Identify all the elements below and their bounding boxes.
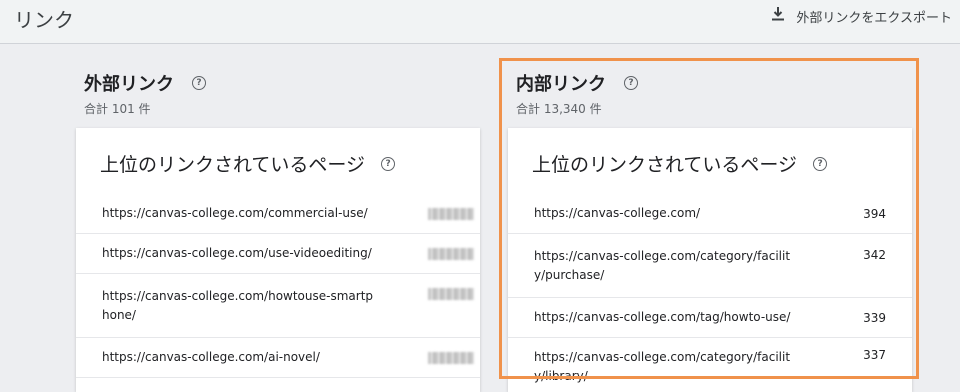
export-external-links-button[interactable]: 外部リンクをエクスポート — [770, 6, 952, 26]
table-row[interactable]: https://canvas-college.com/category/faci… — [508, 338, 912, 392]
help-icon[interactable]: ? — [624, 76, 638, 90]
table-row[interactable]: https://canvas-college.com/category/faci… — [508, 234, 912, 298]
table-row[interactable]: https://canvas-college.com/tag/howto-use… — [508, 298, 912, 338]
download-icon — [770, 6, 786, 26]
link-count: 337 — [863, 348, 886, 362]
link-count: 342 — [863, 248, 886, 262]
internal-links-total: 合計 13,340 件 — [516, 102, 602, 116]
table-row[interactable]: https://canvas-college.com/ai-novel/ — [76, 338, 480, 378]
table-row[interactable]: https://canvas-college.com/use-videoedit… — [76, 234, 480, 274]
blurred-count — [428, 247, 474, 260]
external-links-title: 外部リンク — [84, 74, 174, 95]
card-title: 上位のリンクされているページ — [532, 154, 798, 176]
table-row[interactable]: https://canvas-college.com/commercial-us… — [76, 194, 480, 234]
link-url: https://canvas-college.com/howtouse-smar… — [102, 288, 374, 322]
card-title: 上位のリンクされているページ — [100, 154, 366, 176]
table-row[interactable]: https://canvas-college.com/ 394 — [508, 194, 912, 234]
internal-links-title: 内部リンク — [516, 74, 606, 95]
link-url: https://canvas-college.com/commercial-us… — [102, 206, 368, 220]
internal-links-header: 内部リンク ? 合計 13,340 件 — [516, 70, 638, 117]
link-url: https://canvas-college.com/ — [534, 206, 701, 220]
internal-top-linked-pages-card: 上位のリンクされているページ ? https://canvas-college.… — [508, 128, 912, 392]
help-icon[interactable]: ? — [381, 156, 396, 171]
external-top-linked-pages-card: 上位のリンクされているページ ? https://canvas-college.… — [76, 128, 480, 392]
link-url: https://canvas-college.com/category/faci… — [534, 248, 791, 282]
link-count: 339 — [863, 310, 886, 325]
help-icon[interactable]: ? — [192, 76, 206, 90]
link-count: 394 — [863, 206, 886, 221]
link-url: https://canvas-college.com/ai-novel/ — [102, 350, 320, 364]
table-row[interactable]: https://canvas-college.com/howtouse-smar… — [76, 274, 480, 338]
blurred-count — [428, 288, 474, 300]
link-url: https://canvas-college.com/category/faci… — [534, 350, 791, 383]
link-url: https://canvas-college.com/tag/howto-use… — [534, 310, 791, 324]
top-bar: リンク 外部リンクをエクスポート — [0, 0, 960, 44]
page-title: リンク — [14, 8, 74, 32]
blurred-count — [428, 207, 474, 220]
external-links-header: 外部リンク ? 合計 101 件 — [84, 70, 206, 117]
export-label: 外部リンクをエクスポート — [796, 10, 952, 26]
help-icon[interactable]: ? — [813, 156, 828, 171]
external-links-total: 合計 101 件 — [84, 102, 151, 116]
blurred-count — [428, 351, 474, 364]
link-url: https://canvas-college.com/use-videoedit… — [102, 246, 372, 260]
